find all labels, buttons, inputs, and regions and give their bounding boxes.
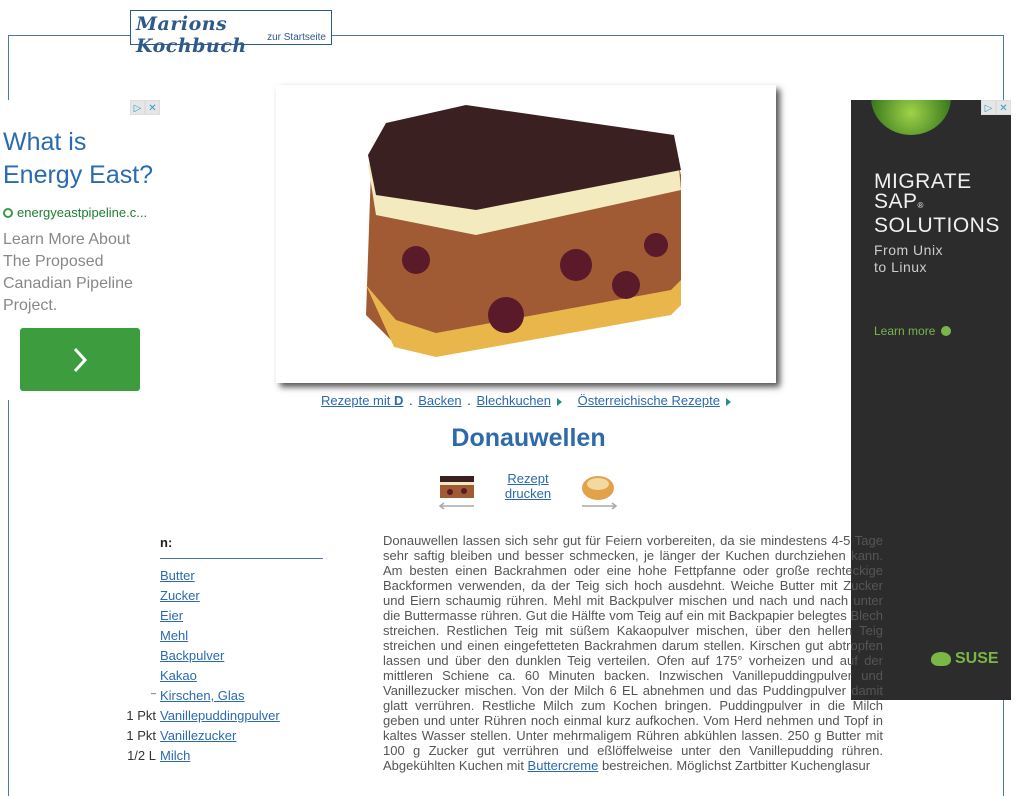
ingredient-qty: 1 Pkt xyxy=(126,708,156,723)
buttercreme-link[interactable]: Buttercreme xyxy=(528,758,599,773)
breadcrumb-item[interactable]: Österreichische Rezepte xyxy=(578,393,720,408)
ingredient-link[interactable]: Milch xyxy=(160,748,190,763)
registered-mark: ® xyxy=(917,201,924,210)
ingredient-link[interactable]: Zucker xyxy=(160,588,200,603)
site-logo[interactable]: Marions Kochbuch zur Startseite xyxy=(130,10,332,57)
ad-headline-line3: SOLUTIONS xyxy=(874,214,1000,237)
ingredient-qty: 1 Pkt xyxy=(126,728,156,743)
print-recipe-link[interactable]: Rezept drucken xyxy=(500,471,556,501)
breadcrumb-prefix[interactable]: Rezepte mit xyxy=(321,393,394,408)
breadcrumb-item[interactable]: Backen xyxy=(418,393,461,408)
breadcrumb-letter[interactable]: D xyxy=(394,393,403,408)
instructions-text-tail: bestreichen. Möglichst Zartbitter Kuchen… xyxy=(598,758,871,773)
recipe-instructions: Donauwellen lassen sich sehr gut für Fei… xyxy=(383,533,883,773)
print-recipe-label-2[interactable]: drucken xyxy=(505,486,551,501)
caret-right-icon xyxy=(725,397,731,406)
recipe-hero-image xyxy=(276,85,776,383)
ad-description: Learn More About The Proposed Canadian P… xyxy=(3,231,133,314)
close-icon[interactable]: ✕ xyxy=(996,100,1011,115)
close-icon[interactable]: ✕ xyxy=(145,100,160,115)
ingredient-qty: – xyxy=(150,688,156,698)
ad-open-button[interactable] xyxy=(20,328,140,391)
ad-site-icon xyxy=(3,207,13,218)
ingredient-link[interactable]: Backpulver xyxy=(160,648,224,663)
ingredients-divider xyxy=(160,558,323,559)
adchoices-badge[interactable]: ▷ ✕ xyxy=(981,100,1011,115)
chameleon-image xyxy=(871,100,951,135)
page-title: Donauwellen xyxy=(451,424,606,452)
ingredient-link[interactable]: Eier xyxy=(160,608,183,623)
ingredient-link[interactable]: Mehl xyxy=(160,628,188,643)
ad-headline-line1: MIGRATE xyxy=(874,170,972,193)
learn-more-link[interactable]: Learn more xyxy=(874,324,952,338)
breadcrumb-item[interactable]: Rezepte mit D xyxy=(321,393,403,408)
ad-url[interactable]: energyeastpipeline.c... xyxy=(3,205,147,220)
ad-headline[interactable]: What is Energy East? xyxy=(3,126,158,192)
previous-recipe-thumbnail-icon xyxy=(438,476,474,510)
learn-more-label[interactable]: Learn more xyxy=(874,324,935,338)
chameleon-icon xyxy=(931,652,951,666)
ad-url-text[interactable]: energyeastpipeline.c... xyxy=(17,205,147,220)
ad-subline-2: to Linux xyxy=(874,259,928,275)
cake-slice-image xyxy=(366,105,681,357)
ingredient-qty: 1/2 L xyxy=(127,748,156,763)
adchoices-icon[interactable]: ▷ xyxy=(130,100,145,115)
next-recipe-thumbnail-icon xyxy=(582,476,618,510)
suse-logo: SUSE xyxy=(931,650,999,668)
ingredient-link[interactable]: Kirschen, Glas xyxy=(160,688,245,703)
adchoices-icon[interactable]: ▷ xyxy=(981,100,996,115)
arrow-circle-icon xyxy=(941,326,952,336)
instructions-text: Donauwellen lassen sich sehr gut für Fei… xyxy=(383,533,883,773)
chevron-right-icon xyxy=(73,347,88,372)
ingredient-link[interactable]: Butter xyxy=(160,568,195,583)
logo-home-link[interactable]: zur Startseite xyxy=(267,32,326,43)
ingredient-link[interactable]: Vanillezucker xyxy=(160,728,236,743)
print-recipe-label-1[interactable]: Rezept xyxy=(507,471,548,486)
ad-subline-1: From Unix xyxy=(874,242,944,258)
ad-headline: MIGRATE SAP® SOLUTIONS xyxy=(874,170,1000,237)
breadcrumb: Rezepte mit D . Backen . Blechkuchen Öst… xyxy=(321,393,743,408)
previous-recipe-link[interactable] xyxy=(436,472,478,510)
ad-left[interactable]: ▷ ✕ What is Energy East? energyeastpipel… xyxy=(0,100,160,400)
ingredients-heading: n: xyxy=(160,535,173,550)
ingredient-link[interactable]: Vanillepuddingpulver xyxy=(160,708,280,723)
breadcrumb-item[interactable]: Blechkuchen xyxy=(477,393,551,408)
adchoices-badge[interactable]: ▷ ✕ xyxy=(130,100,160,115)
ingredient-link[interactable]: Kakao xyxy=(160,668,197,683)
brand-name: SUSE xyxy=(955,650,999,667)
ad-subline: From Unix to Linux xyxy=(874,242,943,276)
ad-headline-line2: SAP xyxy=(874,190,918,213)
caret-right-icon xyxy=(556,397,562,406)
next-recipe-link[interactable] xyxy=(578,472,620,510)
